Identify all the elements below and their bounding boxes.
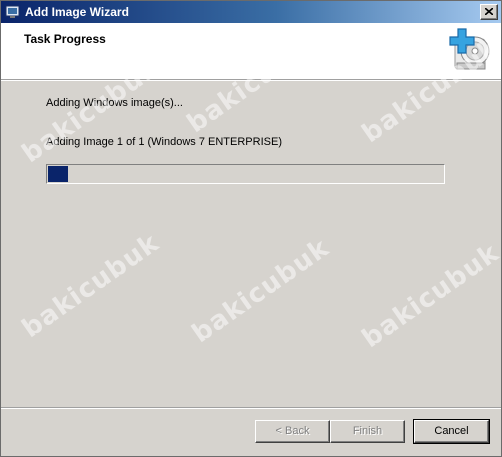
add-image-icon bbox=[449, 28, 490, 70]
page-title: Task Progress bbox=[24, 32, 106, 46]
wizard-header: Task Progress bbox=[1, 23, 501, 79]
footer-divider-highlight bbox=[1, 408, 501, 409]
close-icon bbox=[485, 8, 493, 15]
title-bar: Add Image Wizard bbox=[1, 1, 501, 23]
add-image-wizard-window: Add Image Wizard Task Progress Adding Wi… bbox=[0, 0, 502, 457]
progress-fill bbox=[48, 166, 68, 182]
progress-text: Adding Image 1 of 1 (Windows 7 ENTERPRIS… bbox=[46, 136, 282, 148]
watermark: bakicubuk bbox=[16, 227, 165, 345]
watermark: bakicubuk bbox=[356, 237, 502, 355]
back-button[interactable]: < Back bbox=[255, 420, 330, 443]
progress-bar bbox=[46, 164, 445, 184]
header-divider-highlight bbox=[1, 80, 501, 81]
cancel-button[interactable]: Cancel bbox=[413, 419, 490, 444]
status-text: Adding Windows image(s)... bbox=[46, 97, 183, 109]
window-title: Add Image Wizard bbox=[25, 5, 129, 19]
close-button[interactable] bbox=[480, 4, 498, 20]
wizard-app-icon bbox=[5, 5, 20, 18]
finish-button[interactable]: Finish bbox=[330, 420, 405, 443]
watermark: bakicubuk bbox=[186, 232, 335, 350]
